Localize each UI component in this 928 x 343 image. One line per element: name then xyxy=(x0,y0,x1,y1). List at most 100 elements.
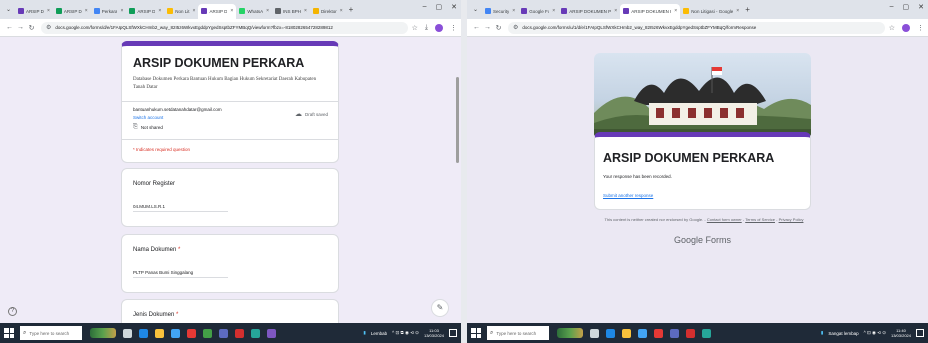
address-bar[interactable]: ⚙ docs.google.com/forms/d/e/1FAIpQLSfWXk… xyxy=(41,21,408,34)
profile-avatar[interactable] xyxy=(435,23,443,32)
browser-tab[interactable]: ARSIP D × xyxy=(126,4,164,19)
task-view-icon[interactable] xyxy=(590,328,599,338)
browser-tab[interactable]: ARSIP D × xyxy=(53,4,91,19)
menu-kebab-icon[interactable]: ⋮ xyxy=(450,24,457,32)
tab-close-icon[interactable]: × xyxy=(266,8,269,14)
help-icon[interactable]: ? xyxy=(8,307,17,316)
pdf-icon[interactable] xyxy=(235,328,244,338)
tab-close-icon[interactable]: × xyxy=(340,8,343,14)
edge-icon[interactable] xyxy=(139,328,148,338)
menu-kebab-icon[interactable]: ⋮ xyxy=(917,24,924,32)
download-icon[interactable]: ⤓ xyxy=(425,24,428,32)
tab-search-icon[interactable]: ⌄ xyxy=(4,5,13,14)
notification-icon[interactable] xyxy=(449,329,457,337)
browser-tab[interactable]: ARSIP DOKUMEN PERKARA× xyxy=(620,3,681,19)
new-tab-button[interactable]: + xyxy=(745,5,750,14)
windows-start-icon[interactable] xyxy=(471,328,481,338)
file-explorer-icon[interactable] xyxy=(155,328,164,338)
weather-label[interactable]: Lembab xyxy=(371,331,387,336)
close-window-icon[interactable]: ✕ xyxy=(918,3,924,11)
app-icon[interactable] xyxy=(702,328,711,338)
bookmark-star-icon[interactable]: ☆ xyxy=(889,24,895,32)
switch-account-link[interactable]: Switch account xyxy=(133,115,163,120)
address-bar[interactable]: ⚙ docs.google.com/forms/u/1/d/e/1FAIpQLS… xyxy=(508,21,885,34)
chrome-icon[interactable] xyxy=(203,328,212,338)
tab-close-icon[interactable]: × xyxy=(158,8,161,14)
store-icon[interactable] xyxy=(638,328,647,338)
app-icon[interactable] xyxy=(219,328,228,338)
chrome-icon[interactable] xyxy=(654,328,663,338)
maximize-icon[interactable]: ▢ xyxy=(436,3,443,11)
tab-close-icon[interactable]: × xyxy=(193,8,196,14)
task-view-icon[interactable] xyxy=(123,328,132,338)
tab-close-icon[interactable]: × xyxy=(230,8,233,14)
browser-tab[interactable]: INS BPH × xyxy=(272,4,310,19)
taskbar-search-box[interactable]: ⌕ Type here to search xyxy=(20,326,82,340)
weather-widget-icon[interactable] xyxy=(90,328,116,338)
site-info-icon[interactable]: ⚙ xyxy=(46,24,51,31)
chrome-icon[interactable] xyxy=(187,328,196,338)
contact-owner-link[interactable]: Contact form owner xyxy=(707,217,742,222)
bookmark-star-icon[interactable]: ☆ xyxy=(412,24,418,32)
notification-icon[interactable] xyxy=(916,329,924,337)
back-icon[interactable]: ← xyxy=(4,24,15,31)
minimize-icon[interactable]: – xyxy=(423,3,427,11)
reload-icon[interactable]: ↻ xyxy=(493,24,504,32)
browser-tab[interactable]: ARSIP DOKUMEN PERKARA× xyxy=(558,4,620,19)
pdf-icon[interactable] xyxy=(686,328,695,338)
edge-icon[interactable] xyxy=(606,328,615,338)
browser-tab[interactable]: Non Litigasi - Google Drive× xyxy=(680,4,742,19)
browser-tab[interactable]: Direktor × xyxy=(310,4,346,19)
app-icon[interactable] xyxy=(670,328,679,338)
maximize-icon[interactable]: ▢ xyxy=(903,3,910,11)
reload-icon[interactable]: ↻ xyxy=(26,24,37,32)
tray-icons[interactable]: ^ ⊡ ◉ ⊲ ⊙ xyxy=(864,330,886,336)
back-icon[interactable]: ← xyxy=(471,24,482,31)
browser-tab[interactable]: WhatsA × xyxy=(236,4,272,19)
tab-close-icon[interactable]: × xyxy=(552,8,555,14)
browser-tab[interactable]: Google Forms× xyxy=(518,4,558,19)
browser-tab[interactable]: ARSIP D × xyxy=(198,3,237,19)
tab-close-icon[interactable]: × xyxy=(512,8,515,14)
windows-start-icon[interactable] xyxy=(4,328,14,338)
tab-close-icon[interactable]: × xyxy=(47,8,50,14)
tab-close-icon[interactable]: × xyxy=(304,8,307,14)
tray-icons[interactable]: ^ ⊡ ⧉ ◉ ⊲ ⊙ xyxy=(392,330,419,336)
tab-close-icon[interactable]: × xyxy=(120,8,123,14)
store-icon[interactable] xyxy=(171,328,180,338)
browser-tab[interactable]: Perkara × xyxy=(91,4,127,19)
scrollbar-thumb[interactable] xyxy=(456,77,459,163)
profile-avatar[interactable] xyxy=(902,23,910,32)
clock[interactable]: 11:40 13/03/2024 xyxy=(891,328,911,338)
browser-tab[interactable]: Security × xyxy=(482,4,518,19)
minimize-icon[interactable]: – xyxy=(890,3,894,11)
tab-close-icon[interactable]: × xyxy=(674,8,677,14)
browser-tab[interactable]: ARSIP D × xyxy=(15,4,53,19)
browser-tab[interactable]: Non Lit × xyxy=(164,4,198,19)
tab-close-icon[interactable]: × xyxy=(614,8,617,14)
weather-widget-icon[interactable] xyxy=(557,328,583,338)
new-tab-button[interactable]: + xyxy=(349,5,354,14)
answer-input[interactable]: PLTP Panas Bumi Singgalang xyxy=(133,270,228,278)
tab-label: INS BPH xyxy=(283,8,302,14)
forward-icon[interactable]: → xyxy=(15,24,26,31)
forward-icon[interactable]: → xyxy=(482,24,493,31)
edit-fab[interactable]: ✎ xyxy=(431,299,449,317)
file-explorer-icon[interactable] xyxy=(622,328,631,338)
google-forms-logo[interactable]: Google Forms xyxy=(594,235,811,245)
taskbar-search-box[interactable]: ⌕ Type here to search xyxy=(487,326,549,340)
submit-another-link[interactable]: Submit another response xyxy=(603,193,653,198)
tab-close-icon[interactable]: × xyxy=(85,8,88,14)
tab-search-icon[interactable]: ⌄ xyxy=(471,5,480,14)
question-label: Jenis Dokumen * xyxy=(133,312,179,318)
close-window-icon[interactable]: ✕ xyxy=(451,3,457,11)
clock[interactable]: 11:03 13/03/2024 xyxy=(424,328,444,338)
weather-label[interactable]: Sangat lembap xyxy=(828,331,858,336)
tab-close-icon[interactable]: × xyxy=(736,8,739,14)
app-icon[interactable] xyxy=(267,328,276,338)
privacy-link[interactable]: Privacy Policy xyxy=(779,217,804,222)
answer-input[interactable]: 04.MUM.LS.R.1 xyxy=(133,204,228,212)
terms-link[interactable]: Terms of Service xyxy=(745,217,775,222)
site-info-icon[interactable]: ⚙ xyxy=(513,24,518,31)
app-icon[interactable] xyxy=(251,328,260,338)
